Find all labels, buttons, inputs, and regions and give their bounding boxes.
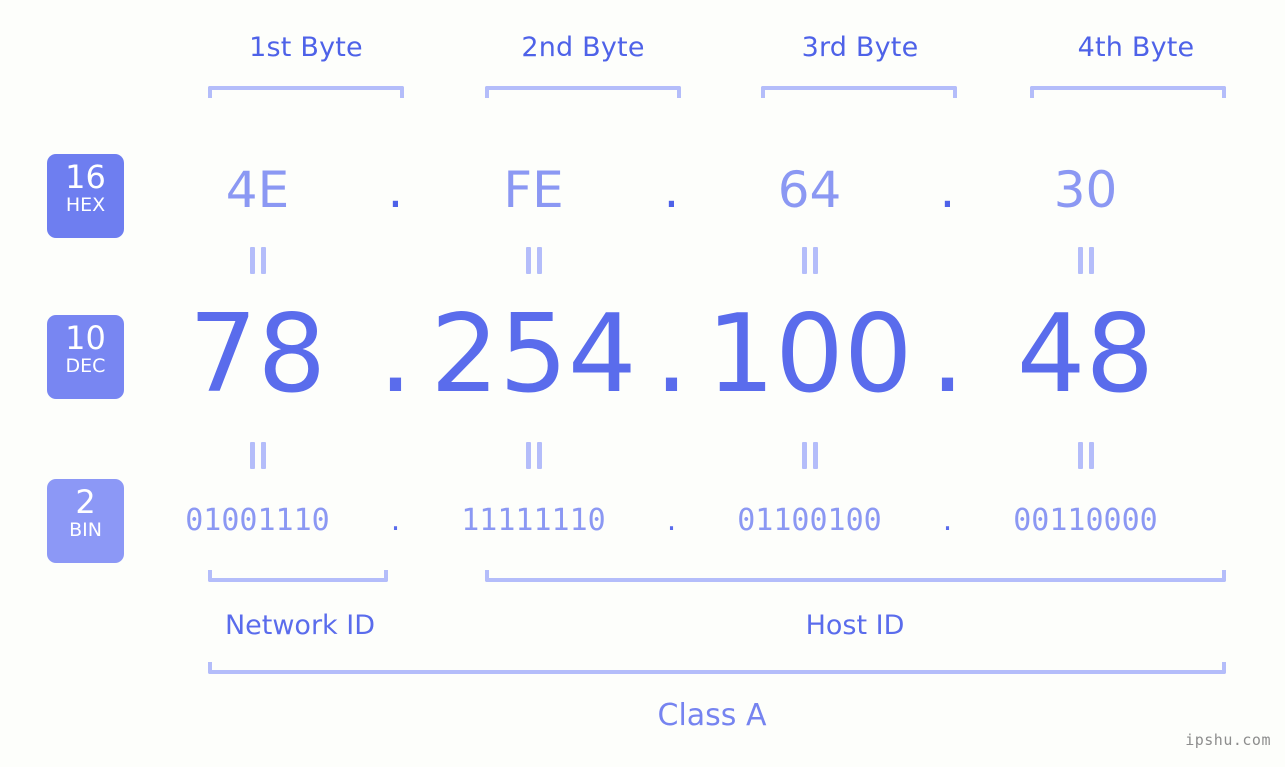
- base-badge-bin: 2 BIN: [47, 479, 124, 563]
- byte-bracket-1: [208, 86, 404, 98]
- bin-byte-2: 11111110: [461, 503, 606, 538]
- byte-header-1: 1st Byte: [249, 32, 363, 63]
- hex-separator-3: .: [939, 161, 956, 219]
- byte-header-3: 3rd Byte: [801, 32, 919, 63]
- hex-value-row: 4E . FE . 64 . 30: [150, 150, 1250, 230]
- byte-bracket-4: [1030, 86, 1226, 98]
- hex-byte-1: 4E: [225, 161, 290, 219]
- equals-mark-2: [426, 246, 641, 274]
- hex-separator-1: .: [387, 161, 404, 219]
- network-id-label: Network ID: [224, 610, 376, 641]
- base-badge-dec-name: DEC: [65, 355, 106, 377]
- byte-bracket-2: [485, 86, 681, 98]
- bin-separator-3: .: [942, 503, 953, 538]
- host-id-label: Host ID: [805, 610, 905, 641]
- host-id-bracket: [485, 570, 1226, 582]
- dec-separator-1: .: [378, 292, 413, 417]
- bin-byte-1: 01001110: [185, 503, 330, 538]
- equals-row-hex-dec: [150, 243, 1250, 277]
- hex-byte-4: 30: [1053, 161, 1118, 219]
- equals-mark-7: [702, 441, 917, 469]
- dec-byte-3: 100: [706, 292, 913, 417]
- equals-mark-4: [978, 246, 1193, 274]
- base-badge-dec-number: 10: [65, 319, 106, 357]
- byte-bracket-3: [761, 86, 957, 98]
- bin-value-row: 01001110 . 11111110 . 01100100 . 0011000…: [150, 490, 1250, 552]
- base-badge-bin-number: 2: [75, 483, 96, 521]
- bin-byte-3: 01100100: [737, 503, 882, 538]
- byte-header-2: 2nd Byte: [521, 32, 645, 63]
- dec-value-row: 78 . 254 . 100 . 48: [150, 290, 1250, 420]
- bin-separator-1: .: [390, 503, 401, 538]
- bin-separator-2: .: [666, 503, 677, 538]
- base-badge-hex-number: 16: [65, 158, 106, 196]
- ip-breakdown-diagram: 1st Byte 2nd Byte 3rd Byte 4th Byte 16 H…: [0, 0, 1285, 767]
- dec-byte-4: 48: [1016, 292, 1155, 417]
- hex-byte-2: FE: [503, 161, 564, 219]
- dec-separator-2: .: [654, 292, 689, 417]
- base-badge-dec: 10 DEC: [47, 315, 124, 399]
- dec-separator-3: .: [930, 292, 965, 417]
- hex-byte-3: 64: [777, 161, 842, 219]
- base-badge-bin-name: BIN: [69, 519, 102, 541]
- base-badge-hex: 16 HEX: [47, 154, 124, 238]
- equals-mark-3: [702, 246, 917, 274]
- equals-mark-6: [426, 441, 641, 469]
- site-watermark: ipshu.com: [1185, 731, 1271, 749]
- class-bracket: [208, 662, 1226, 674]
- class-label: Class A: [657, 698, 767, 733]
- equals-row-dec-bin: [150, 438, 1250, 472]
- equals-mark-5: [150, 441, 365, 469]
- network-id-bracket: [208, 570, 388, 582]
- byte-header-4: 4th Byte: [1077, 32, 1195, 63]
- equals-mark-8: [978, 441, 1193, 469]
- hex-separator-2: .: [663, 161, 680, 219]
- dec-byte-2: 254: [430, 292, 637, 417]
- bin-byte-4: 00110000: [1013, 503, 1158, 538]
- dec-byte-1: 78: [188, 292, 327, 417]
- equals-mark-1: [150, 246, 365, 274]
- base-badge-hex-name: HEX: [65, 194, 106, 216]
